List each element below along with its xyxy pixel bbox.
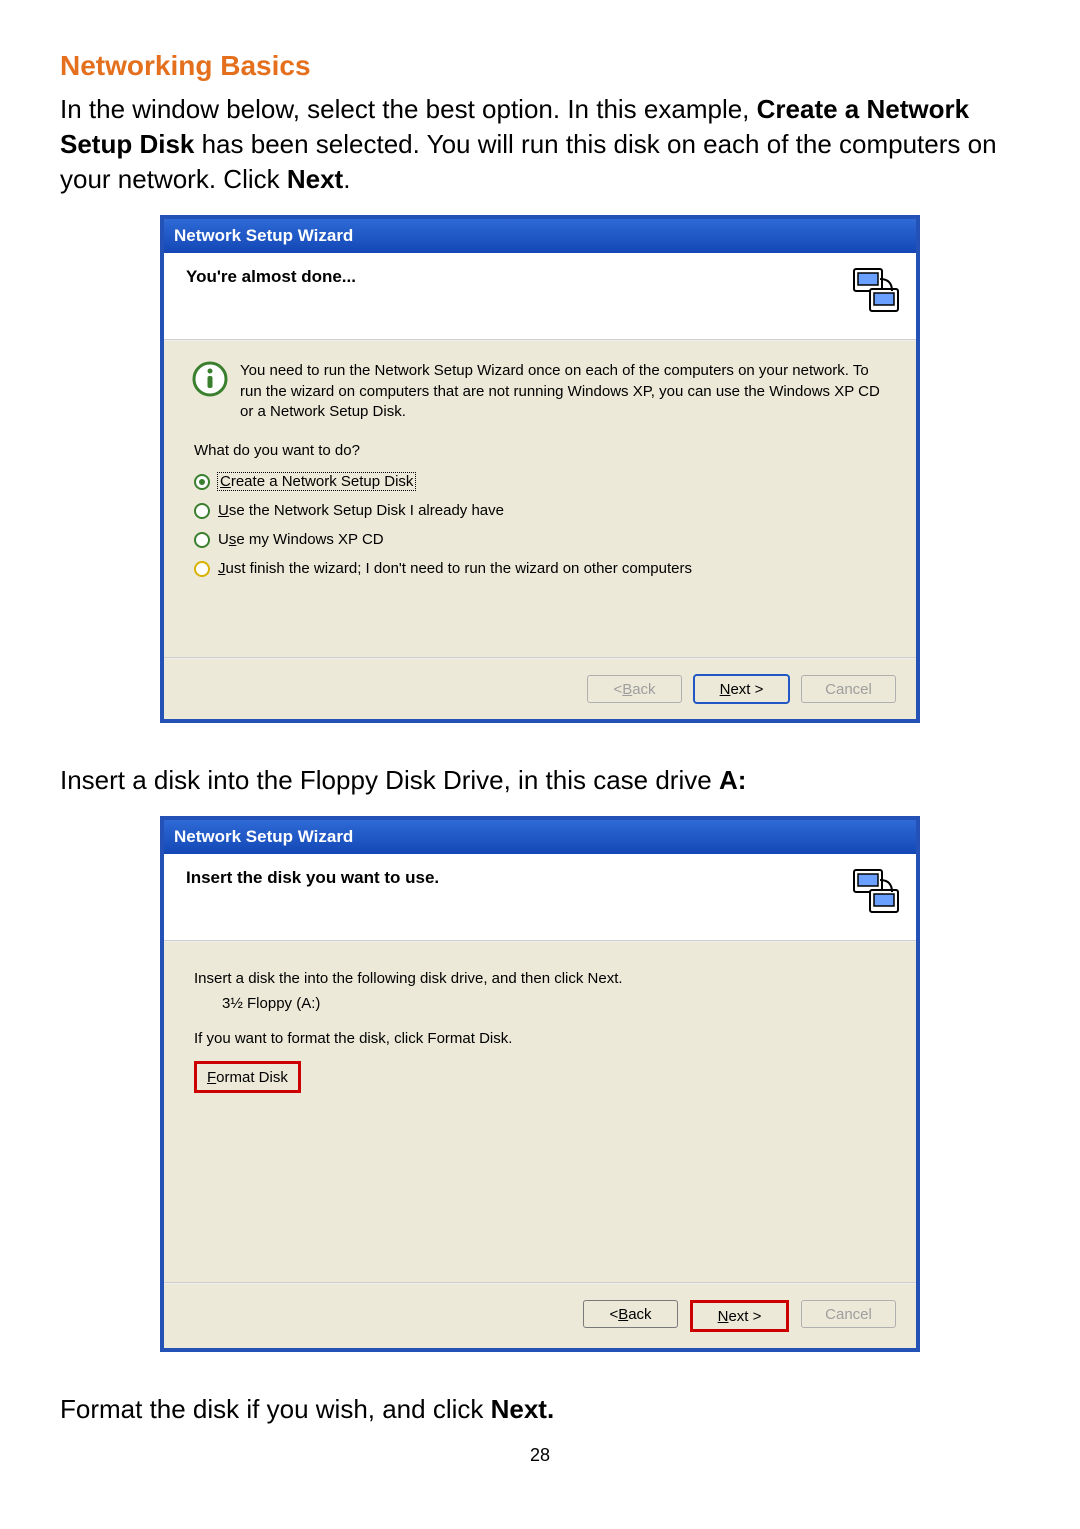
wizard-footer: < Back Next > Cancel — [164, 1284, 916, 1348]
wizard-footer: < Back Next > Cancel — [164, 659, 916, 719]
titlebar: Network Setup Wizard — [164, 820, 916, 854]
text-bold: Next. — [491, 1394, 555, 1424]
network-computers-icon — [850, 866, 902, 918]
wizard-window-2: Network Setup Wizard Insert the disk you… — [160, 816, 920, 1352]
page-number: 28 — [60, 1445, 1020, 1466]
text-bold: Next — [287, 164, 343, 194]
text: Insert a disk into the Floppy Disk Drive… — [60, 765, 719, 795]
radio-icon — [194, 532, 210, 548]
radio-use-existing-disk[interactable]: Use the Network Setup Disk I already hav… — [194, 502, 886, 519]
wizard-window-1: Network Setup Wizard You're almost done.… — [160, 215, 920, 723]
radio-icon — [194, 561, 210, 577]
wizard-question: What do you want to do? — [194, 442, 886, 459]
radio-icon — [194, 474, 210, 490]
instruction-text: If you want to format the disk, click Fo… — [194, 1030, 886, 1047]
radio-label: Use the Network Setup Disk I already hav… — [218, 502, 504, 519]
radio-just-finish[interactable]: Just finish the wizard; I don't need to … — [194, 560, 886, 577]
next-button[interactable]: Next > — [690, 1300, 789, 1332]
cancel-button[interactable]: Cancel — [801, 1300, 896, 1328]
text: Format the disk if you wish, and click — [60, 1394, 491, 1424]
wizard-header: You're almost done... — [164, 253, 916, 339]
radio-label: Create a Network Setup Disk — [218, 473, 415, 490]
wizard-step-title: You're almost done... — [186, 267, 356, 287]
titlebar: Network Setup Wizard — [164, 219, 916, 253]
info-icon — [192, 361, 228, 397]
window-title: Network Setup Wizard — [174, 226, 353, 246]
drive-label: 3½ Floppy (A:) — [222, 995, 886, 1012]
text-bold: A: — [719, 765, 746, 795]
wizard-body: You need to run the Network Setup Wizard… — [164, 341, 916, 657]
network-computers-icon — [850, 265, 902, 317]
radio-label: Just finish the wizard; I don't need to … — [218, 560, 692, 577]
wizard-info-text: You need to run the Network Setup Wizard… — [240, 361, 886, 422]
cancel-button[interactable]: Cancel — [801, 675, 896, 703]
back-button[interactable]: < Back — [587, 675, 682, 703]
format-disk-button[interactable]: Format Disk — [194, 1061, 301, 1093]
radio-use-xp-cd[interactable]: Use my Windows XP CD — [194, 531, 886, 548]
intro-paragraph-2: Insert a disk into the Floppy Disk Drive… — [60, 763, 1020, 798]
intro-paragraph-3: Format the disk if you wish, and click N… — [60, 1392, 1020, 1427]
back-button[interactable]: < Back — [583, 1300, 678, 1328]
wizard-body: Insert a disk the into the following dis… — [164, 942, 916, 1282]
radio-label: Use my Windows XP CD — [218, 531, 384, 548]
intro-paragraph-1: In the window below, select the best opt… — [60, 92, 1020, 197]
text: In the window below, select the best opt… — [60, 94, 757, 124]
window-title: Network Setup Wizard — [174, 827, 353, 847]
wizard-step-title: Insert the disk you want to use. — [186, 868, 439, 888]
section-title: Networking Basics — [60, 50, 1020, 82]
text: has been selected. You will run this dis… — [60, 129, 997, 194]
next-button[interactable]: Next > — [694, 675, 789, 703]
radio-create-disk[interactable]: Create a Network Setup Disk — [194, 473, 886, 490]
wizard-header: Insert the disk you want to use. — [164, 854, 916, 940]
text: . — [343, 164, 350, 194]
radio-icon — [194, 503, 210, 519]
instruction-text: Insert a disk the into the following dis… — [194, 970, 886, 987]
